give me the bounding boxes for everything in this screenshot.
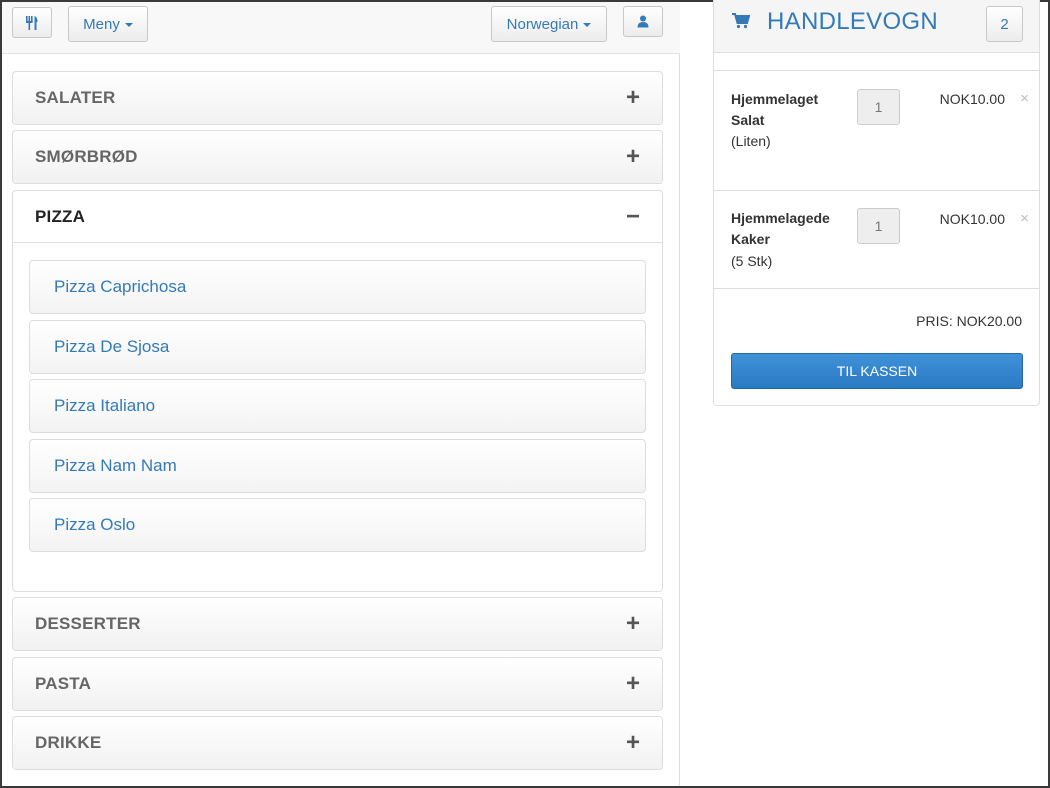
cart-item-variant: (5 Stk) bbox=[731, 253, 773, 269]
category-header-drikke[interactable]: DRIKKE + bbox=[13, 717, 662, 769]
cart-item-quantity[interactable]: 1 bbox=[857, 208, 900, 244]
cart-title: HANDLEVOGN bbox=[767, 8, 939, 35]
remove-item-icon[interactable]: × bbox=[1020, 210, 1029, 227]
user-icon bbox=[637, 15, 649, 28]
menu-pane: Meny Norwegian SALATER + SMØRBRØD + PIZZ… bbox=[2, 2, 680, 786]
category-panel-pasta: PASTA + bbox=[12, 657, 663, 711]
category-header-salater[interactable]: SALATER + bbox=[13, 72, 662, 124]
utensils-icon bbox=[26, 15, 38, 30]
category-panel-salater: SALATER + bbox=[12, 71, 663, 125]
category-header-smorbrod[interactable]: SMØRBRØD + bbox=[13, 131, 662, 183]
category-header-desserter[interactable]: DESSERTER + bbox=[13, 598, 662, 650]
chevron-down-icon bbox=[124, 23, 133, 27]
cart-item-name: Hjemmelaget Salat bbox=[731, 91, 819, 128]
category-title: PASTA bbox=[35, 674, 92, 693]
chevron-down-icon bbox=[583, 23, 592, 27]
cart-item-variant: (Liten) bbox=[731, 133, 771, 149]
menu-item-pizza-oslo[interactable]: Pizza Oslo bbox=[29, 498, 646, 552]
menu-item-pizza-de-sjosa[interactable]: Pizza De Sjosa bbox=[29, 320, 646, 374]
menu-item-pizza-italiano[interactable]: Pizza Italiano bbox=[29, 379, 646, 433]
cart-item-price: NOK10.00 bbox=[939, 211, 1005, 227]
plus-icon: + bbox=[625, 670, 640, 697]
plus-icon: + bbox=[625, 729, 640, 756]
category-panel-smorbrod: SMØRBRØD + bbox=[12, 130, 663, 184]
plus-icon: + bbox=[625, 610, 640, 637]
shopping-cart-panel: HANDLEVOGN 2 Hjemmelaget Salat (Liten) 1… bbox=[713, 0, 1040, 406]
home-button[interactable] bbox=[12, 7, 52, 38]
cart-item: Hjemmelaget Salat (Liten) 1 NOK10.00 × bbox=[714, 70, 1039, 169]
language-label: Norwegian bbox=[506, 15, 579, 33]
plus-icon: + bbox=[625, 84, 640, 111]
cart-item-name: Hjemmelagede Kaker bbox=[731, 210, 830, 247]
category-header-pizza[interactable]: PIZZA − bbox=[13, 191, 662, 243]
cart-count-badge[interactable]: 2 bbox=[986, 6, 1023, 42]
cart-item-price: NOK10.00 bbox=[939, 91, 1005, 107]
top-navbar: Meny Norwegian bbox=[2, 2, 680, 54]
cart-header: HANDLEVOGN 2 bbox=[714, 0, 1039, 53]
category-title: PIZZA bbox=[35, 206, 86, 226]
menu-item-pizza-nam-nam[interactable]: Pizza Nam Nam bbox=[29, 439, 646, 493]
category-title: DRIKKE bbox=[35, 733, 102, 752]
remove-item-icon[interactable]: × bbox=[1020, 90, 1029, 107]
minus-icon: − bbox=[625, 202, 640, 230]
category-title: DESSERTER bbox=[35, 614, 141, 633]
category-title: SALATER bbox=[35, 88, 116, 107]
category-header-pasta[interactable]: PASTA + bbox=[13, 658, 662, 710]
cart-item: Hjemmelagede Kaker (5 Stk) 1 NOK10.00 × bbox=[714, 190, 1039, 289]
category-panel-desserter: DESSERTER + bbox=[12, 597, 663, 651]
user-button[interactable] bbox=[623, 6, 663, 37]
cart-item-quantity[interactable]: 1 bbox=[857, 89, 900, 125]
shopping-cart-icon bbox=[732, 13, 750, 29]
category-title: SMØRBRØD bbox=[35, 147, 138, 166]
cart-total: PRIS: NOK20.00 bbox=[916, 313, 1022, 329]
menu-item-pizza-caprichosa[interactable]: Pizza Caprichosa bbox=[29, 260, 646, 314]
language-dropdown-button[interactable]: Norwegian bbox=[491, 6, 607, 42]
checkout-button[interactable]: TIL KASSEN bbox=[731, 353, 1023, 389]
plus-icon: + bbox=[625, 143, 640, 170]
menu-dropdown-button[interactable]: Meny bbox=[68, 6, 148, 42]
category-panel-drikke: DRIKKE + bbox=[12, 716, 663, 770]
category-panel-pizza: PIZZA − Pizza Caprichosa Pizza De Sjosa … bbox=[12, 190, 663, 592]
menu-dropdown-label: Meny bbox=[83, 15, 120, 33]
